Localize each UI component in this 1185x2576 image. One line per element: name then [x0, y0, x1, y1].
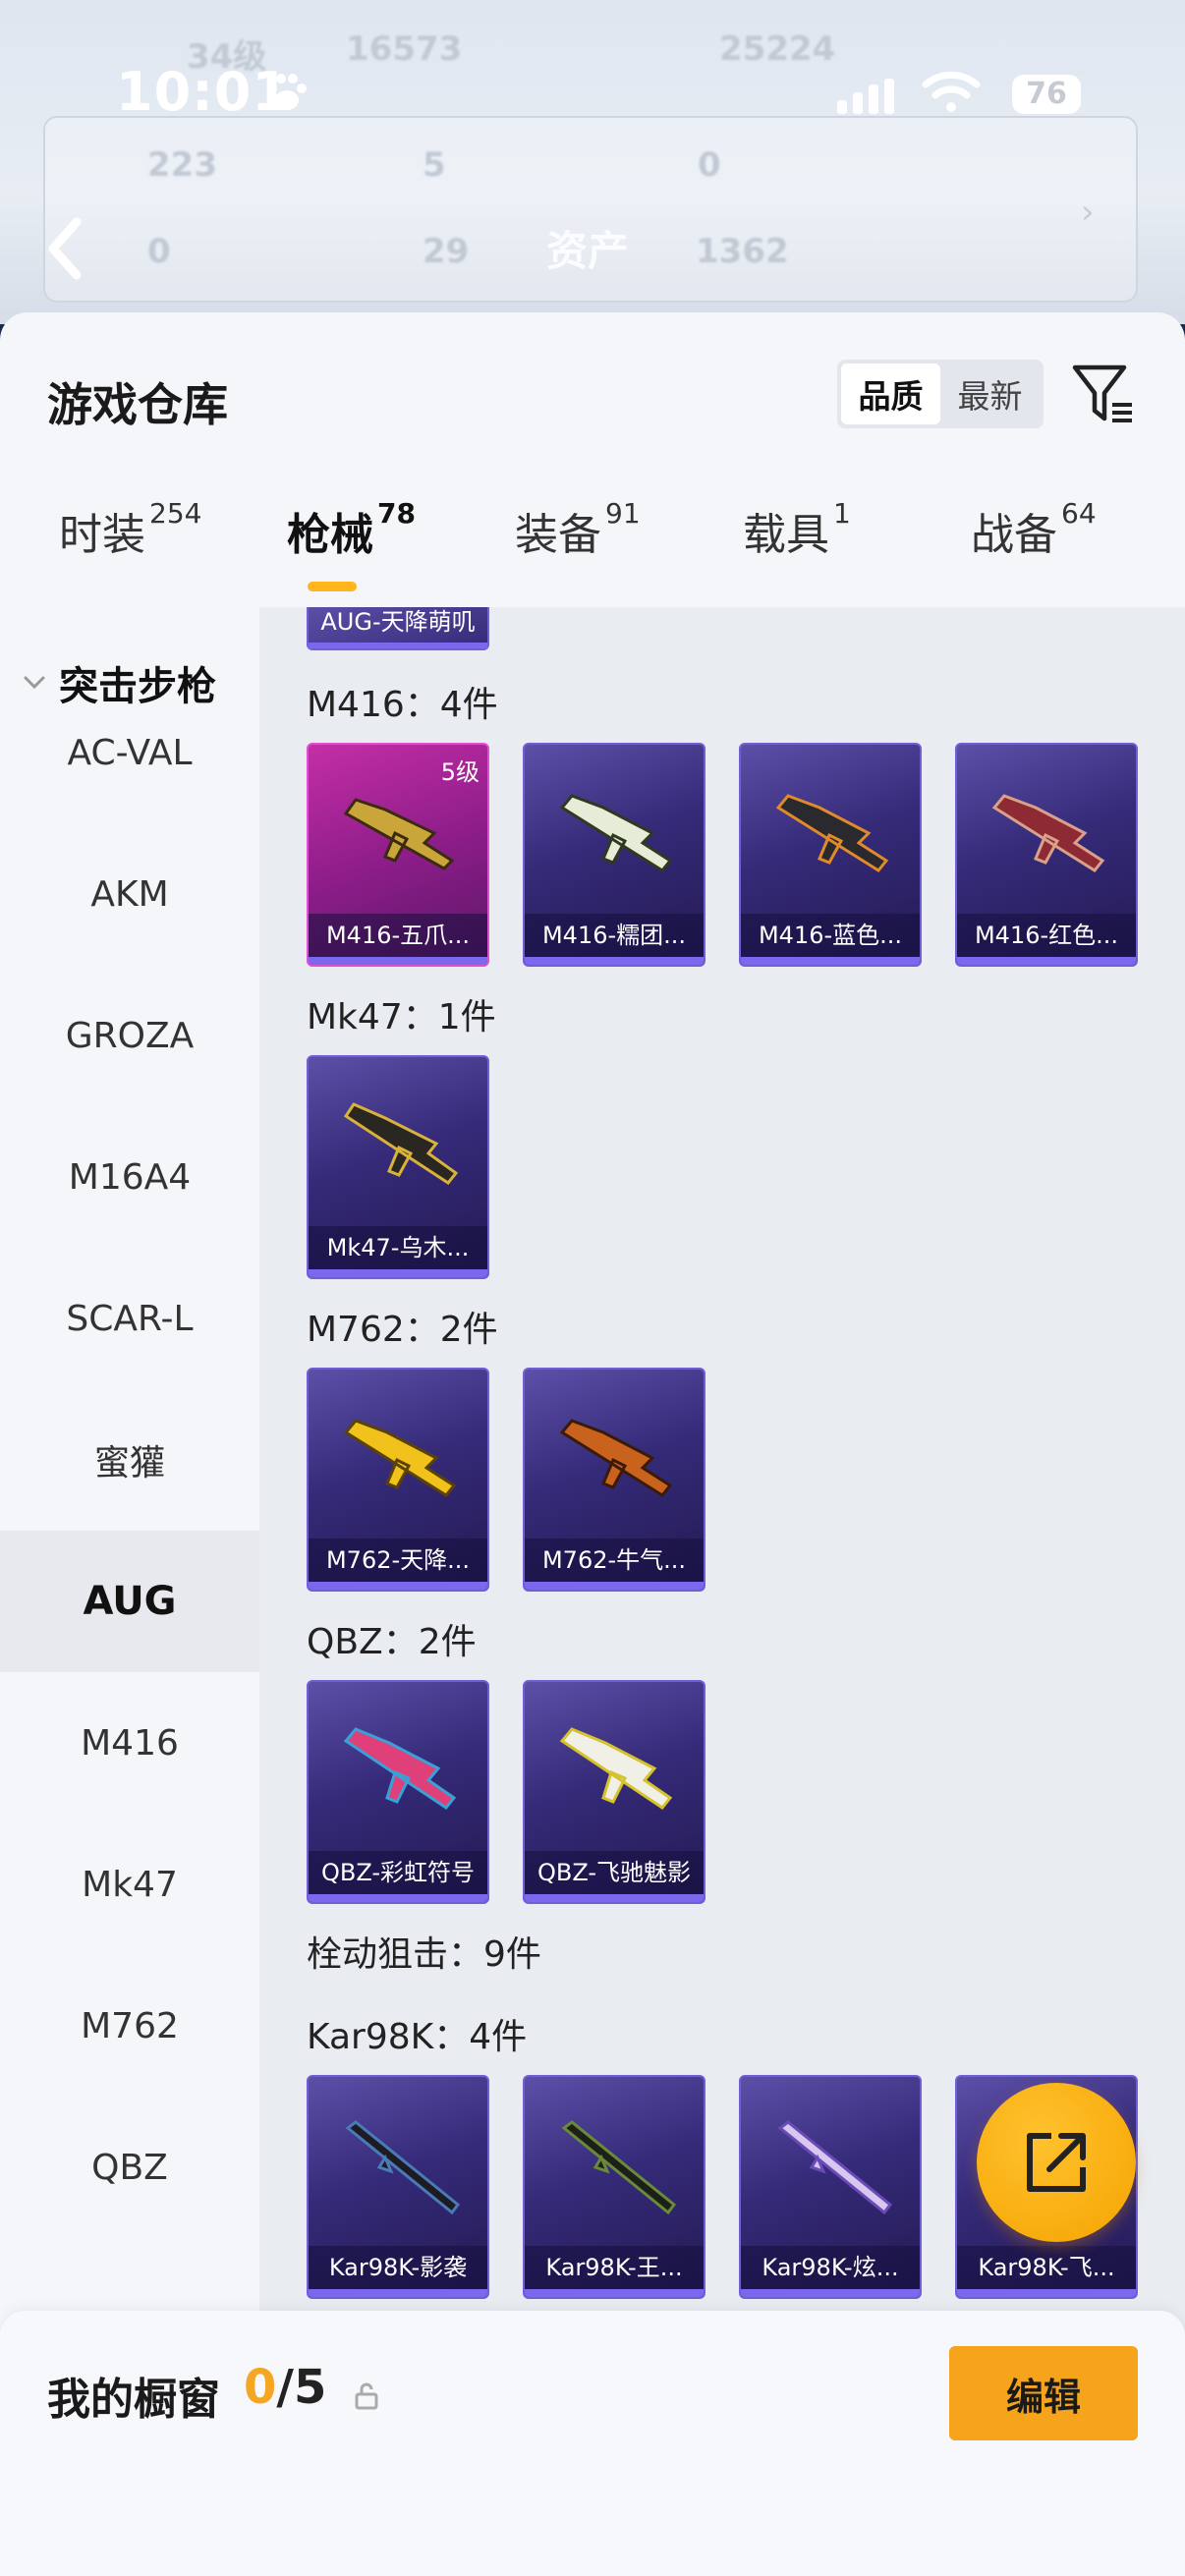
- item-card[interactable]: Kar98K-炫...: [739, 2075, 922, 2299]
- weapon-sidebar: 突击步枪 AC-VAL AKM GROZA M16A4 SCAR-L 蜜獾 AU…: [0, 607, 259, 2576]
- item-card[interactable]: Kar98K-王...: [523, 2075, 705, 2299]
- ghost-text: 1362: [696, 232, 789, 271]
- rifle-icon: [559, 1727, 673, 1811]
- showcase-count: 0/5: [244, 2360, 327, 2415]
- showcase-bar: 我的橱窗 0/5 编辑: [0, 2311, 1185, 2576]
- group-label-mk47: Mk47：1件: [307, 997, 496, 1037]
- showcase-label: 我的橱窗: [47, 2375, 220, 2425]
- ghost-text: 29: [423, 232, 470, 271]
- sort-latest[interactable]: 最新: [940, 364, 1040, 424]
- tab-fashion[interactable]: 时装 254: [59, 497, 201, 562]
- ghost-text: 0: [147, 232, 171, 271]
- item-card[interactable]: Kar98K-影袭: [307, 2075, 489, 2299]
- category-label-bolt-action: 栓动狙击：9件: [307, 1934, 541, 1975]
- item-card[interactable]: M762-天降...: [307, 1368, 489, 1592]
- lock-icon: [355, 2382, 378, 2410]
- group-label-kar98k: Kar98K：4件: [307, 2017, 528, 2057]
- sniper-rifle-icon: [777, 2120, 893, 2215]
- group-label-m762: M762：2件: [307, 1310, 498, 1350]
- group-label-qbz: QBZ：2件: [307, 1622, 477, 1662]
- sniper-rifle-icon: [345, 2120, 461, 2215]
- item-card[interactable]: M416-蓝色...: [739, 743, 922, 967]
- page-title: 资产: [546, 227, 630, 275]
- wifi-icon: [922, 71, 981, 112]
- filter-icon[interactable]: [1071, 362, 1136, 426]
- sidebar-item-scar-l[interactable]: SCAR-L: [0, 1248, 259, 1389]
- rifle-icon: [343, 798, 455, 870]
- sheet-title: 游戏仓库: [47, 378, 228, 431]
- ghost-text: 223: [147, 145, 217, 185]
- rifle-icon: [559, 794, 673, 872]
- ghost-text: 16573: [346, 29, 463, 69]
- tab-supplies[interactable]: 战备 64: [971, 497, 1097, 562]
- ghost-text: 5: [423, 145, 446, 185]
- tab-vehicles[interactable]: 载具 1: [743, 497, 851, 562]
- warehouse-sheet: 游戏仓库 品质 最新 时装 254 枪械 78 装备 91 载具 1 战备 64 突击步枪…: [0, 312, 1185, 2576]
- item-card[interactable]: M762-牛气...: [523, 1368, 705, 1592]
- rifle-icon: [775, 794, 889, 872]
- tab-guns[interactable]: 枪械 78: [287, 497, 416, 562]
- ghost-text: 0: [698, 145, 721, 185]
- sidebar-item-aug[interactable]: AUG: [0, 1531, 259, 1672]
- sidebar-item-m762[interactable]: M762: [0, 1955, 259, 2097]
- share-button[interactable]: [977, 2083, 1136, 2242]
- back-chevron-icon[interactable]: [43, 214, 86, 283]
- paw-icon: [267, 74, 307, 110]
- sort-quality[interactable]: 品质: [841, 364, 940, 424]
- sidebar-item-honey-badger[interactable]: 蜜獾: [0, 1389, 259, 1531]
- item-card-partial[interactable]: AUG-天降萌叽: [307, 607, 489, 650]
- item-card[interactable]: M416-糯团...: [523, 743, 705, 967]
- background-header: 34级 16573 25224 223 5 0 0 29 1362 10:01 …: [0, 0, 1185, 324]
- sidebar-item-m16a4[interactable]: M16A4: [0, 1106, 259, 1248]
- item-card[interactable]: QBZ-彩虹符号: [307, 1680, 489, 1904]
- rifle-icon: [343, 1102, 459, 1186]
- sidebar-item-akm[interactable]: AKM: [0, 823, 259, 965]
- sidebar-item-qbz[interactable]: QBZ: [0, 2097, 259, 2238]
- sort-toggle: 品质 最新: [837, 360, 1044, 428]
- sidebar-item-ac-val[interactable]: AC-VAL: [0, 682, 259, 823]
- tab-equipment[interactable]: 装备 91: [515, 497, 641, 562]
- item-card[interactable]: Mk47-乌木...: [307, 1055, 489, 1279]
- group-label-m416: M416：4件: [307, 685, 498, 725]
- active-tab-indicator: [308, 582, 357, 591]
- share-external-icon: [1027, 2133, 1086, 2192]
- item-card[interactable]: QBZ-飞驰魅影: [523, 1680, 705, 1904]
- sniper-rifle-icon: [561, 2120, 677, 2215]
- ghost-text: 25224: [719, 29, 836, 69]
- rifle-icon: [343, 1419, 457, 1497]
- edit-button[interactable]: 编辑: [949, 2346, 1138, 2440]
- sidebar-item-mk47[interactable]: Mk47: [0, 1814, 259, 1955]
- chevron-right-icon: ›: [1081, 193, 1095, 232]
- battery-indicator: 76: [1012, 75, 1081, 114]
- sidebar-item-m416[interactable]: M416: [0, 1672, 259, 1814]
- item-card[interactable]: 5级 M416-五爪...: [307, 743, 489, 967]
- item-card[interactable]: M416-红色...: [955, 743, 1138, 967]
- rifle-icon: [343, 1727, 457, 1811]
- category-tabs: 时装 254 枪械 78 装备 91 载具 1 战备 64: [0, 497, 1185, 607]
- rifle-icon: [559, 1419, 673, 1497]
- rifle-icon: [991, 794, 1105, 872]
- sidebar-item-groza[interactable]: GROZA: [0, 965, 259, 1106]
- weapon-grid: AUG-天降萌叽 M416：4件 5级 M416-五爪... M416-糯团..…: [259, 607, 1185, 2576]
